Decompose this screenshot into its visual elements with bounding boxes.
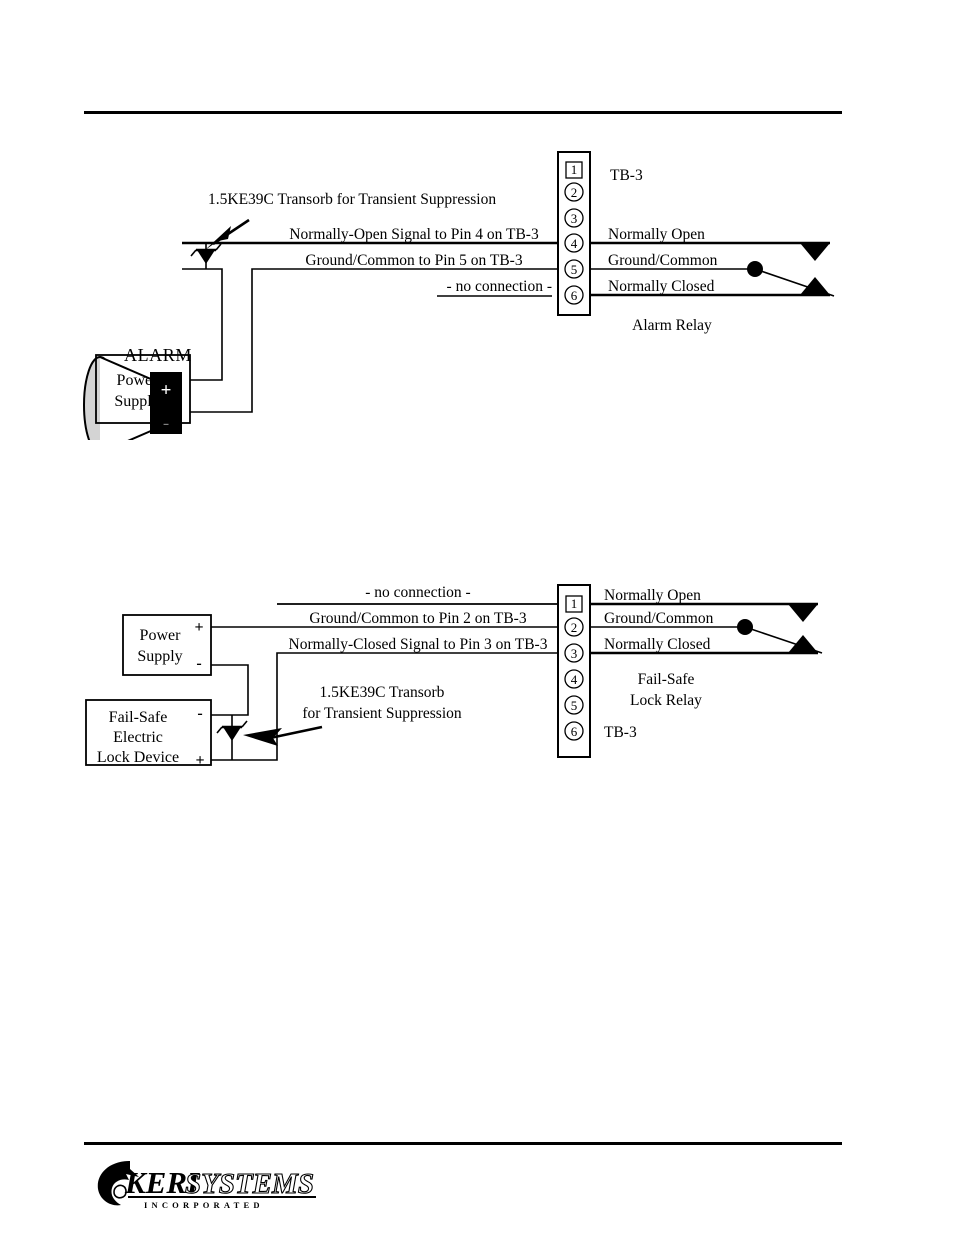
lock-relay-caption-line1: Fail-Safe (638, 671, 695, 688)
relay-label-normally-open-2: Normally Open (604, 587, 701, 604)
power-supply-2-label-line1: Power (140, 627, 182, 644)
alarm-terminal-plus: + (161, 380, 172, 401)
alarm-relay-caption: Alarm Relay (632, 317, 712, 334)
pin-2-number-2: 2 (571, 620, 578, 635)
wire-label-ground-common: Ground/Common to Pin 5 on TB-3 (305, 252, 522, 269)
wire-label-normally-open: Normally-Open Signal to Pin 4 on TB-3 (289, 226, 539, 243)
transorb-annotation-2: 1.5KE39C Transorb for Transient Suppress… (243, 684, 462, 746)
relay-contacts-alarm: Normally Open Ground/Common Normally Clo… (590, 226, 835, 297)
wire-label-group-2: - no connection - Ground/Common to Pin 2… (277, 584, 558, 653)
transorb-component-1 (190, 243, 222, 269)
pin-4-number: 4 (571, 236, 578, 251)
relay-label-normally-closed: Normally Closed (608, 278, 715, 295)
logo-word-systems: SYSTEMS (185, 1168, 314, 1200)
wire-label-normally-closed-2: Normally-Closed Signal to Pin 3 on TB-3 (289, 636, 548, 653)
relay-label-normally-closed-2: Normally Closed (604, 636, 711, 653)
keri-systems-logo: KERI SYSTEMS INCORPORATED (92, 1155, 352, 1217)
pin-4-number-2: 4 (571, 672, 578, 687)
fail-safe-lock-device-box: Fail-Safe Electric Lock Device - + (85, 699, 212, 769)
header-rule (84, 111, 842, 114)
wire-label-no-connection: - no connection - (447, 278, 552, 295)
pin-2-number: 2 (571, 185, 578, 200)
transorb-component-2 (216, 715, 248, 760)
pin-6-number: 6 (571, 288, 578, 303)
relay-label-ground-common-2: Ground/Common (604, 610, 714, 627)
contact-arrow-no-2 (788, 604, 818, 622)
power-supply-label-line2: Supply (114, 393, 159, 410)
contact-arrow-nc-2 (788, 635, 818, 653)
pin-5-number: 5 (571, 262, 578, 277)
pin-3-number-2: 3 (571, 646, 578, 661)
pin-6-number-2: 6 (571, 724, 578, 739)
fail-safe-lock-relay-diagram: - no connection - Ground/Common to Pin 2… (0, 575, 954, 800)
wire-ps-minus-to-lock-minus (211, 664, 249, 716)
transorb-annotation-text: 1.5KE39C Transorb for Transient Suppress… (208, 191, 496, 208)
wire-label-group-1: Normally-Open Signal to Pin 4 on TB-3 Gr… (289, 226, 552, 297)
power-supply-terminal-minus: - (175, 370, 180, 387)
power-supply-box-2: Power Supply + - (122, 614, 212, 676)
power-supply-2-terminal-plus: + (194, 619, 203, 636)
wire-label-no-connection-2: - no connection - (365, 584, 470, 601)
pin-1-number: 1 (571, 162, 578, 177)
wire-label-ground-common-2: Ground/Common to Pin 2 on TB-3 (309, 610, 526, 627)
pin-3-number: 3 (571, 211, 578, 226)
lock-device-label-line3: Lock Device (97, 749, 179, 766)
logo-tagline: INCORPORATED (144, 1200, 264, 1210)
relay-contacts-lock: Normally Open Ground/Common Normally Clo… (590, 587, 823, 655)
document-page: + - ALARM 1.5KE39C Transorb for Transien… (0, 0, 954, 1235)
contact-arrow-no (800, 243, 830, 261)
pin-5-number-2: 5 (571, 698, 578, 713)
lock-device-label-line2: Electric (113, 729, 163, 746)
terminal-block-name: TB-3 (610, 167, 643, 184)
lock-relay-caption-line2: Lock Relay (630, 692, 702, 709)
lock-device-terminal-plus: + (195, 752, 204, 769)
pin-1-number-2: 1 (571, 596, 578, 611)
power-supply-2-label-line2: Supply (137, 648, 182, 665)
lock-device-label-line1: Fail-Safe (109, 709, 168, 726)
transorb-annotation-2-line1: 1.5KE39C Transorb (320, 684, 445, 701)
terminal-block-name-2: TB-3 (604, 724, 637, 741)
relay-label-normally-open: Normally Open (608, 226, 705, 243)
relay-label-ground-common: Ground/Common (608, 252, 718, 269)
alarm-relay-diagram: + - ALARM 1.5KE39C Transorb for Transien… (0, 140, 954, 440)
power-supply-2-terminal-minus: - (196, 655, 201, 672)
transorb-annotation-2-line2: for Transient Suppression (302, 705, 462, 722)
lock-device-terminal-minus: - (197, 705, 202, 722)
power-supply-label-line1: Power (117, 372, 159, 389)
footer-rule (84, 1142, 842, 1145)
power-supply-terminal-plus: + (173, 405, 182, 422)
